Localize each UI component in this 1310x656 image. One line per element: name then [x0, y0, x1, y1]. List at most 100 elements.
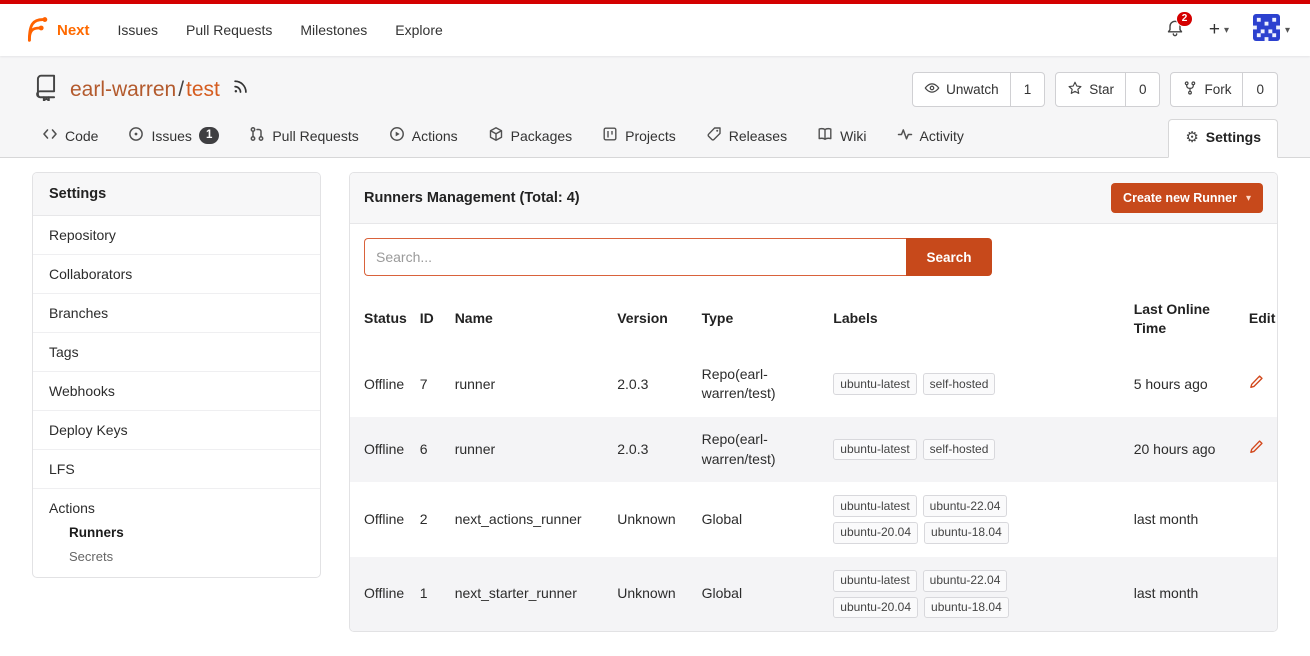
forgejo-logo-icon[interactable]: [20, 13, 50, 48]
chevron-down-icon: ▾: [1246, 193, 1251, 204]
repo-header-section: earl-warren / test Unwa: [0, 56, 1310, 158]
settings-menu-header: Settings: [33, 173, 320, 216]
runner-search-form: Search: [364, 238, 992, 276]
create-runner-button[interactable]: Create new Runner ▾: [1111, 183, 1263, 213]
fork-icon: [1182, 80, 1198, 99]
sidebar-item-repository[interactable]: Repository: [33, 216, 320, 255]
tab-projects[interactable]: Projects: [592, 117, 686, 157]
watch-button-group: Unwatch 1: [912, 72, 1045, 107]
runner-id: 6: [412, 417, 447, 482]
runner-status: Offline: [350, 557, 412, 632]
tab-wiki[interactable]: Wiki: [807, 117, 876, 157]
repo-icon: [32, 73, 60, 106]
chevron-down-icon: ▾: [1285, 25, 1290, 36]
avatar: [1253, 14, 1280, 46]
notifications-button[interactable]: 2: [1165, 18, 1185, 43]
runner-last-online: 5 hours ago: [1126, 352, 1241, 417]
repo-separator: /: [178, 78, 184, 102]
breadcrumb: earl-warren / test: [70, 78, 220, 102]
repo-tabs: Code Issues 1 Pull Requests: [0, 109, 1310, 157]
pull-request-icon: [249, 126, 265, 145]
runner-labels: ubuntu-latest self-hosted: [833, 439, 1063, 461]
runner-version: Unknown: [609, 482, 693, 557]
unwatch-button[interactable]: Unwatch: [913, 73, 1010, 106]
play-circle-icon: [389, 126, 405, 145]
brand-next[interactable]: Next: [57, 22, 90, 39]
tab-actions[interactable]: Actions: [379, 117, 468, 157]
runner-name: runner: [447, 417, 610, 482]
tab-releases[interactable]: Releases: [696, 117, 797, 157]
gear-icon: ⚙: [1185, 130, 1198, 145]
sidebar-item-branches[interactable]: Branches: [33, 294, 320, 333]
star-count[interactable]: 0: [1125, 73, 1160, 106]
runner-name: runner: [447, 352, 610, 417]
star-button[interactable]: Star: [1056, 73, 1125, 106]
code-icon: [42, 126, 58, 145]
issues-count-badge: 1: [199, 127, 219, 145]
sidebar-item-runners[interactable]: Runners: [69, 525, 304, 540]
runner-type: Repo(earl-warren/test): [694, 352, 826, 417]
tab-activity[interactable]: Activity: [887, 117, 974, 157]
create-menu-button[interactable]: + ▾: [1209, 19, 1229, 41]
tab-packages[interactable]: Packages: [478, 117, 582, 157]
column-header-last-online: Last Online Time: [1126, 290, 1241, 352]
table-row: Offline 1 next_starter_runner Unknown Gl…: [350, 557, 1277, 632]
navbar-item-pull-requests[interactable]: Pull Requests: [186, 22, 272, 38]
runner-id: 2: [412, 482, 447, 557]
sidebar-item-collaborators[interactable]: Collaborators: [33, 255, 320, 294]
user-menu[interactable]: ▾: [1253, 14, 1290, 46]
tab-issues[interactable]: Issues 1: [118, 117, 229, 157]
fork-count[interactable]: 0: [1242, 73, 1277, 106]
runner-version: 2.0.3: [609, 352, 693, 417]
runner-type: Global: [694, 557, 826, 632]
table-row: Offline 2 next_actions_runner Unknown Gl…: [350, 482, 1277, 557]
sidebar-item-tags[interactable]: Tags: [33, 333, 320, 372]
page-title: Runners Management (Total: 4): [364, 190, 580, 206]
sidebar-item-actions[interactable]: Actions Runners Secrets: [33, 489, 320, 577]
fork-button-group: Fork 0: [1170, 72, 1278, 107]
runners-table: Status ID Name Version Type Labels Last …: [350, 290, 1277, 631]
navbar-item-issues[interactable]: Issues: [118, 22, 158, 38]
column-header-type: Type: [694, 290, 826, 352]
navbar-item-milestones[interactable]: Milestones: [300, 22, 367, 38]
tab-code[interactable]: Code: [32, 117, 108, 157]
book-icon: [817, 126, 833, 145]
sidebar-item-secrets[interactable]: Secrets: [69, 549, 304, 564]
edit-runner-button[interactable]: [1249, 374, 1264, 389]
rss-feed-icon[interactable]: [232, 77, 249, 99]
runner-status: Offline: [350, 352, 412, 417]
plus-icon: +: [1209, 19, 1220, 41]
table-header-row: Status ID Name Version Type Labels Last …: [350, 290, 1277, 352]
sidebar-item-deploy-keys[interactable]: Deploy Keys: [33, 411, 320, 450]
repo-name-link[interactable]: test: [186, 78, 220, 102]
repo-owner-link[interactable]: earl-warren: [70, 78, 176, 102]
package-icon: [488, 126, 504, 145]
navbar: Next Issues Pull Requests Milestones Exp…: [0, 0, 1310, 56]
runner-status: Offline: [350, 482, 412, 557]
tab-pull-requests[interactable]: Pull Requests: [239, 117, 368, 157]
column-header-edit: Edit: [1241, 290, 1277, 352]
column-header-status: Status: [350, 290, 412, 352]
issue-icon: [128, 126, 144, 145]
table-row: Offline 6 runner 2.0.3 Repo(earl-warren/…: [350, 417, 1277, 482]
tab-settings[interactable]: ⚙ Settings: [1168, 119, 1278, 158]
runner-type: Global: [694, 482, 826, 557]
search-input[interactable]: [364, 238, 906, 276]
runner-last-online: last month: [1126, 557, 1241, 632]
watch-count[interactable]: 1: [1010, 73, 1045, 106]
fork-button[interactable]: Fork: [1171, 73, 1242, 106]
runner-labels: ubuntu-latest self-hosted: [833, 373, 1063, 395]
runner-version: Unknown: [609, 557, 693, 632]
column-header-id: ID: [412, 290, 447, 352]
sidebar-item-webhooks[interactable]: Webhooks: [33, 372, 320, 411]
edit-runner-button[interactable]: [1249, 439, 1264, 454]
navbar-item-explore[interactable]: Explore: [395, 22, 442, 38]
runner-name: next_starter_runner: [447, 557, 610, 632]
search-button[interactable]: Search: [906, 238, 992, 276]
settings-sidebar: Settings Repository Collaborators Branch…: [32, 172, 321, 578]
sidebar-item-lfs[interactable]: LFS: [33, 450, 320, 489]
column-header-name: Name: [447, 290, 610, 352]
runner-id: 1: [412, 557, 447, 632]
table-row: Offline 7 runner 2.0.3 Repo(earl-warren/…: [350, 352, 1277, 417]
notification-badge: 2: [1176, 11, 1193, 27]
